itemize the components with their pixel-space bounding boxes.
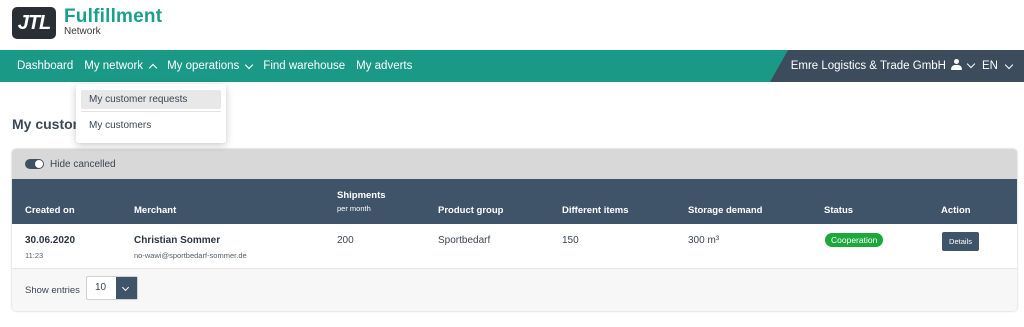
brand-name: Fulfillment [64,6,163,27]
header-product-group[interactable]: Product group [438,205,503,216]
dropdown-item-customers[interactable]: My customers [81,116,221,135]
chevron-down-icon [121,283,130,292]
header-shipments[interactable]: Shipments per month [337,189,386,215]
table-row: 30.06.2020 11:23 Christian Sommer no-waw… [12,224,1017,269]
header-different-items[interactable]: Different items [562,205,629,216]
row-product-group: Sportbedarf [438,235,491,246]
user-menu[interactable] [951,59,976,71]
header-status[interactable]: Status [824,205,853,216]
hide-cancelled-toggle[interactable] [25,159,44,169]
nav-my-operations[interactable]: My operations [167,60,254,72]
show-entries-label: Show entries [25,285,80,296]
row-time: 11:23 [25,251,44,260]
row-merchant-email: no-wawi@sportbedarf-sommer.de [134,251,247,260]
page-title: My custom [12,116,86,132]
card-toolbar: Hide cancelled [12,149,1017,179]
row-merchant-name: Christian Sommer [134,235,221,246]
language-selector[interactable]: EN [982,50,1014,82]
header-merchant[interactable]: Merchant [134,205,176,216]
company-name: Emre Logistics & Trade GmbH [790,60,946,72]
entries-dropdown-button[interactable] [116,277,137,299]
nav-my-adverts[interactable]: My adverts [356,60,412,72]
row-shipments: 200 [337,235,354,246]
hide-cancelled-label: Hide cancelled [50,158,116,170]
nav-dashboard-label: Dashboard [17,60,74,72]
chevron-down-icon [966,59,976,68]
row-date: 30.06.2020 [25,235,76,246]
chevron-up-icon [148,63,158,72]
table-footer: Show entries 10 [12,269,1017,311]
nav-my-network[interactable]: My network [84,60,158,72]
dropdown-item-customer-requests[interactable]: My customer requests [81,90,221,109]
chevron-down-icon [1004,60,1014,69]
nav-items: Dashboard My network My operations Find … [17,50,412,82]
nav-find-warehouse[interactable]: Find warehouse [263,60,345,72]
main-nav: Dashboard My network My operations Find … [0,50,1024,82]
user-icon [951,59,962,71]
entries-value: 10 [95,282,107,293]
my-network-dropdown: My customer requests My customers [76,84,226,143]
row-storage-demand: 300 m³ [688,235,720,246]
header: JTL Fulfillment Network [0,0,1024,50]
header-created-on[interactable]: Created on [25,205,75,216]
details-button[interactable]: Details [942,232,979,251]
requests-card: Hide cancelled Created on Merchant Shipm… [12,149,1017,311]
jtl-logo[interactable]: JTL [12,7,56,39]
entries-select[interactable]: 10 [86,276,138,300]
nav-my-network-label: My network [84,60,144,72]
header-shipments-label: Shipments [337,190,386,201]
status-badge: Cooperation [825,233,884,247]
header-storage-demand[interactable]: Storage demand [688,205,762,216]
language-label: EN [982,60,998,72]
brand-sub: Network [64,26,101,37]
nav-my-operations-label: My operations [167,60,240,72]
header-shipments-sub: per month [337,204,371,213]
row-different-items: 150 [562,235,579,246]
nav-find-warehouse-label: Find warehouse [263,60,346,72]
table-header: Created on Merchant Shipments per month … [12,179,1017,224]
chevron-down-icon [245,60,254,69]
header-action: Action [941,205,971,216]
nav-my-adverts-label: My adverts [356,60,413,72]
dropdown-divider [81,111,221,112]
nav-dashboard[interactable]: Dashboard [17,60,73,72]
brand: Fulfillment Network [64,6,162,37]
